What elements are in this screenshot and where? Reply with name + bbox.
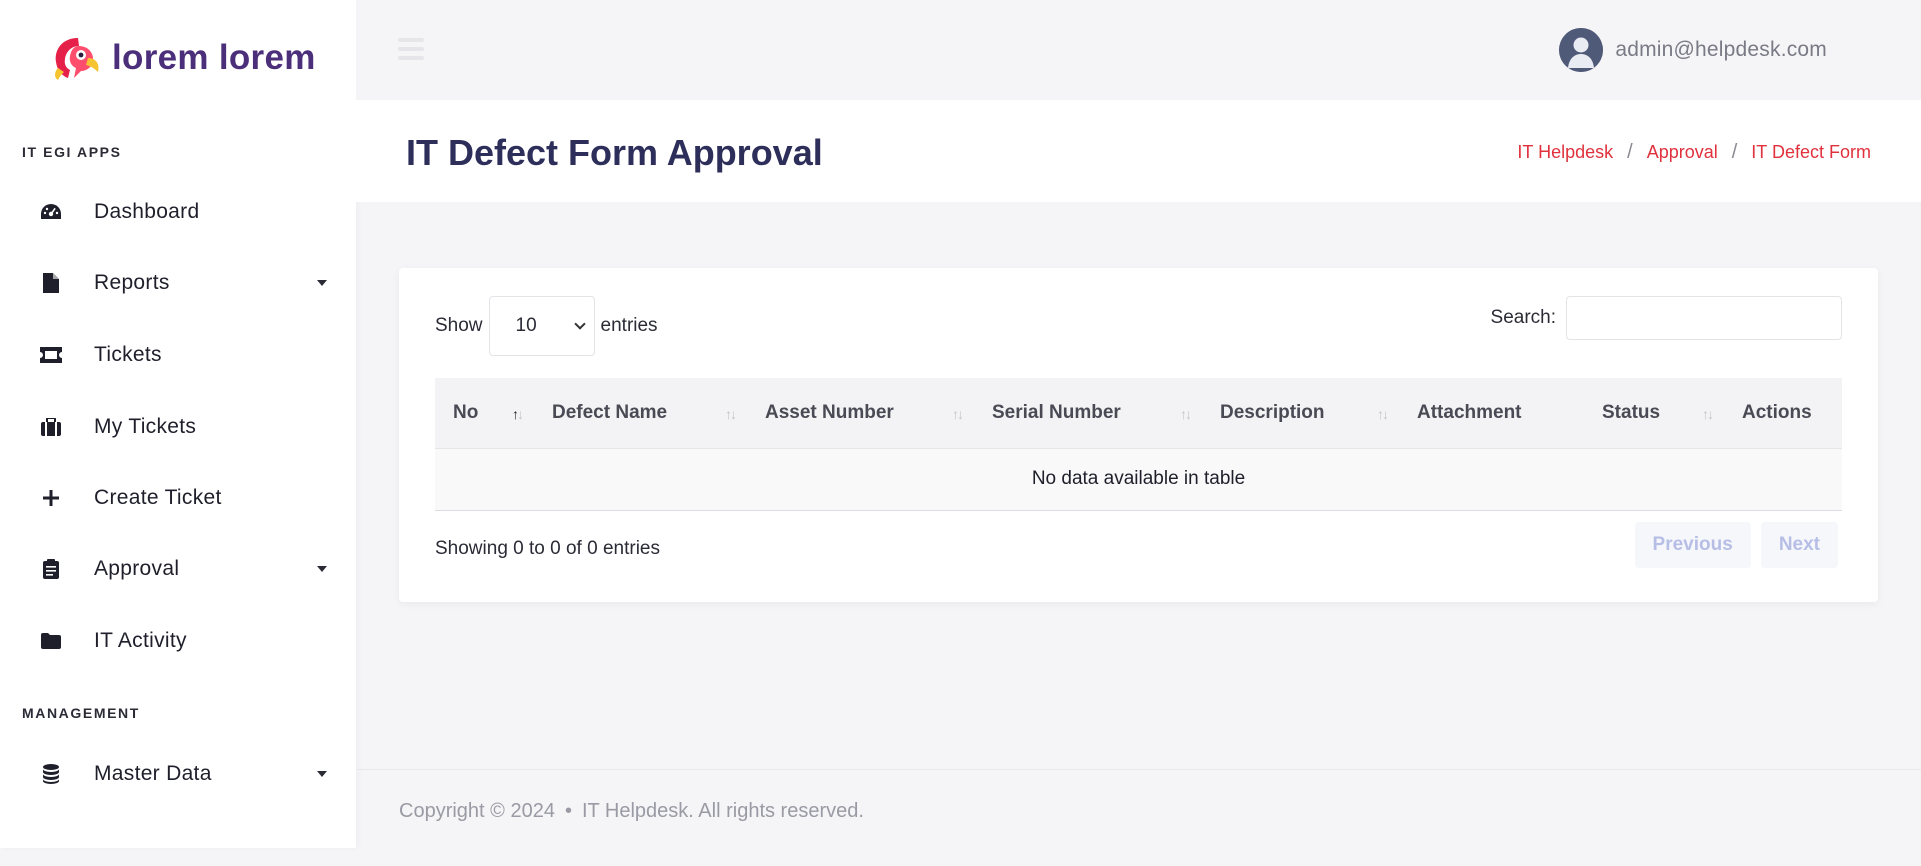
sidebar-item-label: Approval xyxy=(94,557,180,580)
section-label-management: MANAGEMENT xyxy=(22,705,140,721)
sidebar-item-master-data[interactable]: Master Data xyxy=(0,746,356,802)
footer-text: IT Helpdesk. All rights reserved. xyxy=(581,800,864,822)
sidebar-item-create-ticket[interactable]: Create Ticket xyxy=(0,470,356,526)
breadcrumb-separator: / xyxy=(1731,141,1738,163)
page-length-control: Show 10 entries xyxy=(435,296,658,356)
sort-icon: ↑↓ xyxy=(1377,406,1389,422)
table-info: Showing 0 to 0 of 0 entries xyxy=(435,538,660,559)
sidebar-item-label: Create Ticket xyxy=(94,486,222,509)
clipboard-icon xyxy=(40,558,62,580)
sidebar: lorem lorem IT EGI APPS Dashboard Report… xyxy=(0,0,356,848)
sidebar-item-my-tickets[interactable]: My Tickets xyxy=(0,399,356,455)
menu-toggle-icon[interactable] xyxy=(398,38,424,60)
breadcrumb-item-approval[interactable]: Approval xyxy=(1647,142,1718,163)
entries-label: entries xyxy=(600,315,658,336)
brand[interactable]: lorem lorem xyxy=(48,34,316,82)
briefcase-icon xyxy=(40,416,62,438)
previous-button[interactable]: Previous xyxy=(1634,522,1751,568)
page-title: IT Defect Form Approval xyxy=(406,132,823,173)
next-button[interactable]: Next xyxy=(1760,522,1838,568)
approval-table: No ↑↓ Defect Name ↑↓ Asset Number ↑↓ Ser… xyxy=(435,378,1842,511)
column-header-actions: Actions xyxy=(1724,378,1842,448)
breadcrumb-item-it-helpdesk[interactable]: IT Helpdesk xyxy=(1517,142,1613,163)
footer-divider xyxy=(356,769,1921,770)
sort-icon: ↑↓ xyxy=(1180,406,1192,422)
folder-icon xyxy=(40,630,62,652)
topbar: admin@helpdesk.com xyxy=(356,0,1921,100)
brand-name: lorem lorem xyxy=(112,38,316,77)
chevron-down-icon xyxy=(573,317,586,330)
approval-table-card: Show 10 entries Search: No ↑↓ Defect Nam… xyxy=(399,268,1878,602)
section-label-it-egi-apps: IT EGI APPS xyxy=(22,144,122,160)
ticket-icon xyxy=(40,344,62,366)
breadcrumb-item-it-defect-form[interactable]: IT Defect Form xyxy=(1751,142,1871,163)
page-header: IT Defect Form Approval IT Helpdesk / Ap… xyxy=(356,100,1921,202)
page-length-select[interactable]: 10 xyxy=(488,296,595,356)
column-header-serial-number[interactable]: Serial Number ↑↓ xyxy=(974,378,1202,448)
search-label: Search: xyxy=(1490,307,1556,328)
search-input[interactable] xyxy=(1566,296,1842,340)
user-email: admin@helpdesk.com xyxy=(1615,38,1827,61)
sort-asc-icon: ↑↓ xyxy=(512,406,524,422)
file-icon xyxy=(40,272,62,294)
sort-icon: ↑↓ xyxy=(952,406,964,422)
sidebar-item-tickets[interactable]: Tickets xyxy=(0,327,356,383)
footer-bullet: • xyxy=(564,800,572,822)
table-row-empty: No data available in table xyxy=(435,447,1842,511)
caret-down-icon xyxy=(317,771,327,777)
sidebar-item-it-activity[interactable]: IT Activity xyxy=(0,613,356,669)
sidebar-item-label: IT Activity xyxy=(94,629,187,652)
sidebar-item-label: Tickets xyxy=(94,343,162,366)
avatar xyxy=(1559,28,1604,72)
breadcrumb: IT Helpdesk / Approval / IT Defect Form xyxy=(1517,141,1871,164)
caret-down-icon xyxy=(317,566,327,572)
sidebar-item-label: My Tickets xyxy=(94,415,197,438)
sidebar-item-label: Reports xyxy=(94,271,170,294)
footer-copyright: Copyright © 2024 xyxy=(399,800,555,822)
breadcrumb-separator: / xyxy=(1627,141,1633,163)
dashboard-icon xyxy=(40,201,62,223)
column-header-no[interactable]: No ↑↓ xyxy=(435,378,534,448)
pagination: Previous Next xyxy=(1634,522,1838,568)
column-header-defect-name[interactable]: Defect Name ↑↓ xyxy=(534,378,747,448)
show-label: Show xyxy=(435,315,483,336)
column-header-attachment: Attachment xyxy=(1399,378,1584,448)
plus-icon xyxy=(40,487,62,509)
parrot-logo-icon xyxy=(55,38,99,80)
page-length-value: 10 xyxy=(515,315,537,336)
column-header-description[interactable]: Description ↑↓ xyxy=(1202,378,1399,448)
empty-table-message: No data available in table xyxy=(435,447,1842,511)
search-control: Search: xyxy=(1491,296,1842,340)
sidebar-item-label: Master Data xyxy=(94,762,212,785)
caret-down-icon xyxy=(317,280,327,286)
sidebar-item-reports[interactable]: Reports xyxy=(0,255,356,311)
sidebar-item-approval[interactable]: Approval xyxy=(0,541,356,597)
sort-icon: ↑↓ xyxy=(1702,406,1714,422)
sidebar-item-label: Dashboard xyxy=(94,200,200,223)
footer: Copyright © 2024 • IT Helpdesk. All righ… xyxy=(399,800,864,823)
database-icon xyxy=(40,763,62,785)
column-header-asset-number[interactable]: Asset Number ↑↓ xyxy=(747,378,974,448)
user-menu[interactable]: admin@helpdesk.com xyxy=(1559,28,1827,72)
table-header-row: No ↑↓ Defect Name ↑↓ Asset Number ↑↓ Ser… xyxy=(435,378,1842,448)
column-header-status[interactable]: Status ↑↓ xyxy=(1584,378,1724,448)
sort-icon: ↑↓ xyxy=(725,406,737,422)
sidebar-item-dashboard[interactable]: Dashboard xyxy=(0,184,356,240)
